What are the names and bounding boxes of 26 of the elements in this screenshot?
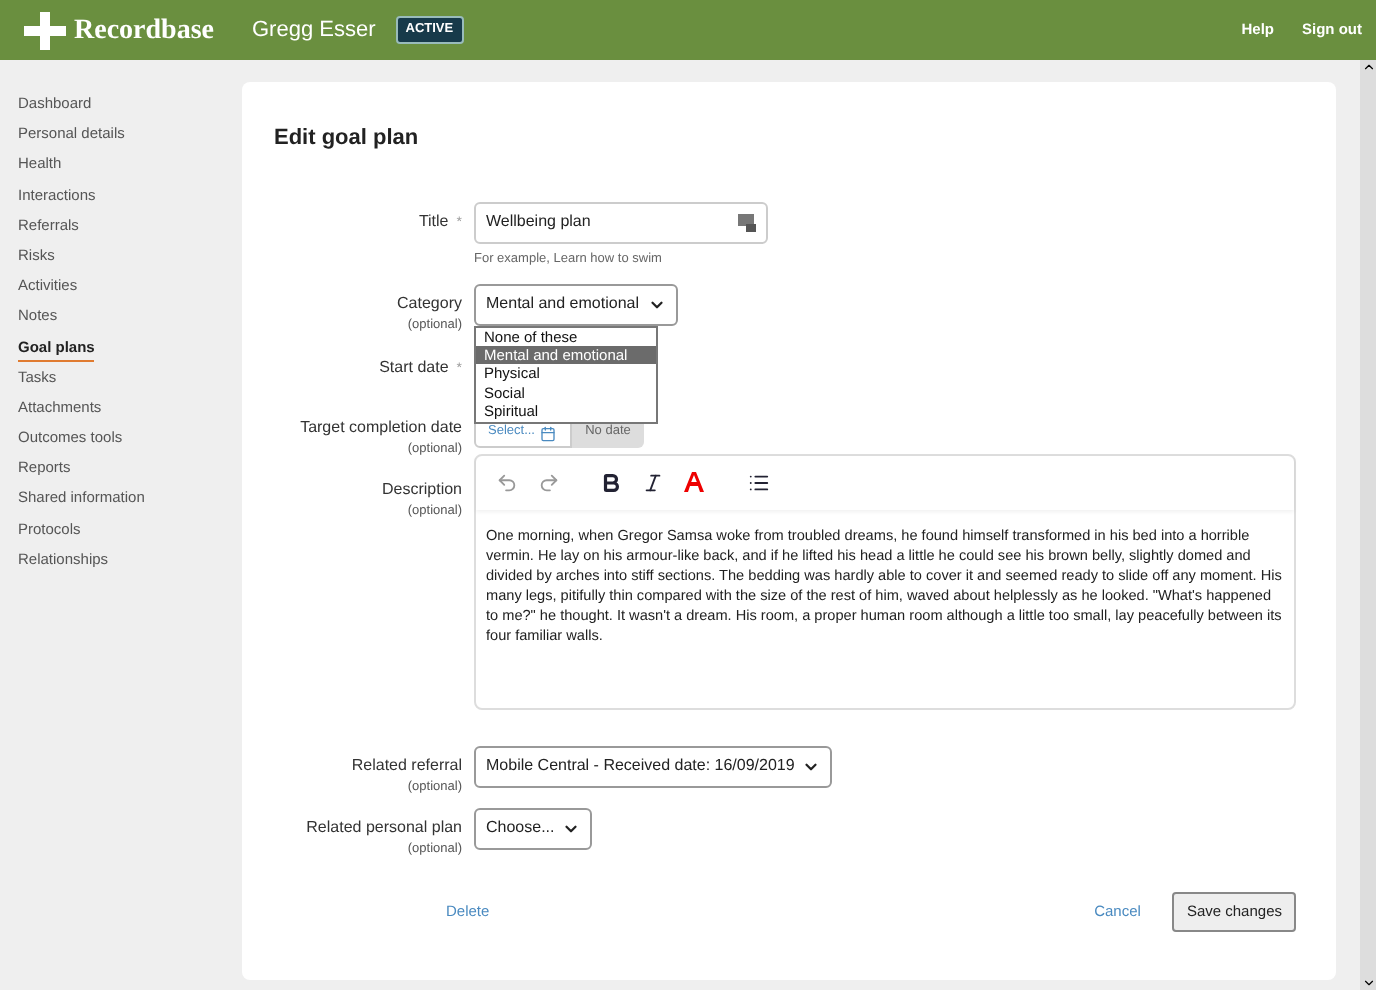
scroll-up-icon[interactable] [1361, 60, 1375, 74]
italic-icon[interactable] [642, 471, 664, 493]
cross-logo-icon [24, 11, 66, 49]
brand-name: Recordbase [74, 13, 214, 49]
plan-dropdown[interactable]: Choose... [474, 807, 593, 849]
redo-icon[interactable] [538, 471, 560, 493]
card-icon [738, 213, 756, 231]
person-name: Gregg Esser [252, 15, 376, 46]
rich-text-editor[interactable] [474, 453, 1296, 709]
scroll-down-icon[interactable] [1361, 976, 1375, 990]
field-label: Related referral [351, 753, 462, 777]
text-color-icon[interactable] [684, 472, 704, 492]
referral-dropdown[interactable]: Mobile Central - Received date: 16/09/2019 [474, 745, 833, 787]
field-label: Target completion date [300, 415, 462, 439]
field-label: Start date [379, 355, 449, 379]
field-label: Description [381, 477, 462, 501]
page-heading: Edit goal plan [274, 124, 421, 154]
category-dropdown[interactable]: Mental and emotional [474, 283, 677, 325]
undo-icon[interactable] [496, 471, 518, 493]
title-field[interactable]: Wellbeing plan [474, 201, 768, 243]
bold-icon[interactable] [600, 471, 622, 493]
field-label: Category [397, 291, 462, 315]
field-label: Title [418, 209, 449, 233]
field-label: Related personal plan [306, 815, 462, 839]
bullet-list-icon[interactable] [748, 471, 770, 493]
calendar-icon [540, 425, 557, 441]
